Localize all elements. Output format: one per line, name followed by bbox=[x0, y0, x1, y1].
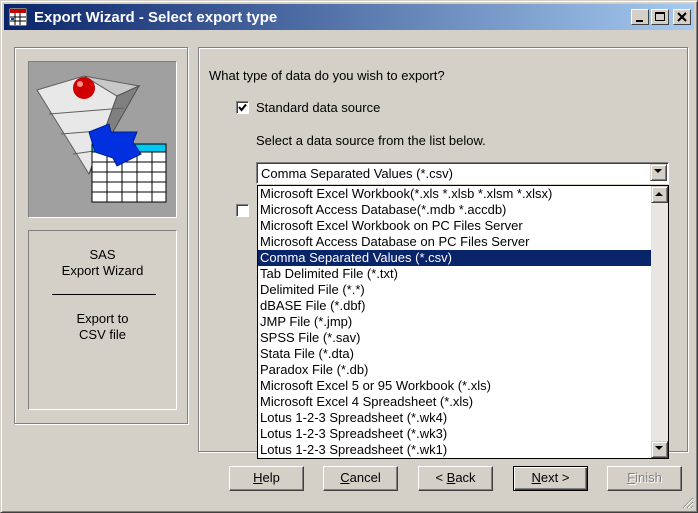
dropdown-scrollbar[interactable] bbox=[651, 186, 668, 458]
wizard-name: SAS Export Wizard bbox=[29, 247, 176, 279]
dropdown-item[interactable]: Delimited File (*.*) bbox=[258, 282, 651, 298]
dropdown-item-selected[interactable]: Comma Separated Values (*.csv) bbox=[258, 250, 651, 266]
dropdown-item[interactable]: Tab Delimited File (*.txt) bbox=[258, 266, 651, 282]
dropdown-item[interactable]: Lotus 1-2-3 Spreadsheet (*.wk3) bbox=[258, 426, 651, 442]
finish-button-accel: F bbox=[627, 470, 636, 485]
chevron-down-icon[interactable] bbox=[650, 164, 667, 181]
dropdown-item[interactable]: SPSS File (*.sav) bbox=[258, 330, 651, 346]
scroll-up-icon[interactable] bbox=[651, 186, 668, 203]
finish-button-label: inish bbox=[635, 470, 662, 485]
cancel-button[interactable]: Cancel bbox=[323, 466, 398, 491]
wizard-description-line1: Export to bbox=[76, 311, 129, 326]
dropdown-item[interactable]: Microsoft Excel 4 Spreadsheet (*.xls) bbox=[258, 394, 651, 410]
dropdown-item[interactable]: dBASE File (*.dbf) bbox=[258, 298, 651, 314]
dropdown-item[interactable]: Microsoft Access Database(*.mdb *.accdb) bbox=[258, 202, 651, 218]
finish-button[interactable]: Finish bbox=[607, 466, 682, 491]
maximize-icon[interactable] bbox=[651, 9, 669, 25]
window-title: Export Wizard - Select export type bbox=[34, 9, 278, 26]
dropdown-item[interactable]: Paradox File (*.db) bbox=[258, 362, 651, 378]
help-button[interactable]: Help bbox=[229, 466, 304, 491]
wizard-name-line1: SAS bbox=[89, 247, 116, 262]
combo-value: Comma Separated Values (*.csv) bbox=[261, 166, 453, 181]
close-icon[interactable] bbox=[673, 9, 691, 25]
divider bbox=[52, 294, 156, 295]
back-button[interactable]: < Back bbox=[418, 466, 493, 491]
wizard-description-line2: CSV file bbox=[79, 327, 126, 342]
standard-source-checkbox[interactable] bbox=[236, 101, 249, 114]
standard-source-label[interactable]: Standard data source bbox=[256, 100, 380, 115]
cancel-button-label: ancel bbox=[349, 470, 381, 485]
minimize-icon[interactable] bbox=[631, 9, 649, 25]
export-question: What type of data do you wish to export? bbox=[209, 68, 445, 83]
wizard-description: Export to CSV file bbox=[29, 311, 176, 343]
title-bar[interactable]: Export Wizard - Select export type bbox=[4, 4, 694, 30]
scroll-down-icon[interactable] bbox=[651, 441, 668, 458]
back-button-prefix: < bbox=[435, 470, 447, 485]
help-button-label: elp bbox=[262, 470, 280, 485]
dropdown-list: Microsoft Excel Workbook(*.xls *.xlsb *.… bbox=[258, 186, 651, 458]
select-prompt: Select a data source from the list below… bbox=[256, 133, 486, 148]
export-wizard-graphic bbox=[28, 61, 177, 218]
dropdown-item[interactable]: Microsoft Excel 5 or 95 Workbook (*.xls) bbox=[258, 378, 651, 394]
next-button-accel: N bbox=[531, 470, 541, 485]
back-button-label: ack bbox=[455, 470, 476, 485]
dropdown-item[interactable]: Microsoft Access Database on PC Files Se… bbox=[258, 234, 651, 250]
help-button-accel: H bbox=[253, 470, 263, 485]
dropdown-item[interactable]: Microsoft Excel Workbook on PC Files Ser… bbox=[258, 218, 651, 234]
dropdown-item[interactable]: JMP File (*.jmp) bbox=[258, 314, 651, 330]
wizard-info-box: SAS Export Wizard Export to CSV file bbox=[28, 230, 177, 410]
data-source-dropdown[interactable]: Microsoft Excel Workbook(*.xls *.xlsb *.… bbox=[257, 185, 669, 459]
sidebar-panel: SAS Export Wizard Export to CSV file bbox=[14, 47, 188, 424]
sas-grid-icon[interactable] bbox=[8, 7, 28, 27]
dropdown-item[interactable]: Stata File (*.dta) bbox=[258, 346, 651, 362]
wizard-name-line2: Export Wizard bbox=[61, 263, 144, 278]
dropdown-item[interactable]: Microsoft Excel Workbook(*.xls *.xlsb *.… bbox=[258, 186, 651, 202]
next-button-label: ext > bbox=[540, 470, 570, 485]
export-wizard-window: Export Wizard - Select export type SAS E… bbox=[0, 0, 698, 513]
other-source-checkbox[interactable] bbox=[236, 204, 249, 217]
next-button[interactable]: Next > bbox=[513, 466, 588, 491]
data-source-combo[interactable]: Comma Separated Values (*.csv) bbox=[256, 162, 669, 184]
cancel-button-accel: C bbox=[340, 470, 350, 485]
dropdown-item[interactable]: Lotus 1-2-3 Spreadsheet (*.wk4) bbox=[258, 410, 651, 426]
dropdown-item[interactable]: Lotus 1-2-3 Spreadsheet (*.wk1) bbox=[258, 442, 651, 458]
resize-grip-icon[interactable] bbox=[682, 497, 694, 509]
